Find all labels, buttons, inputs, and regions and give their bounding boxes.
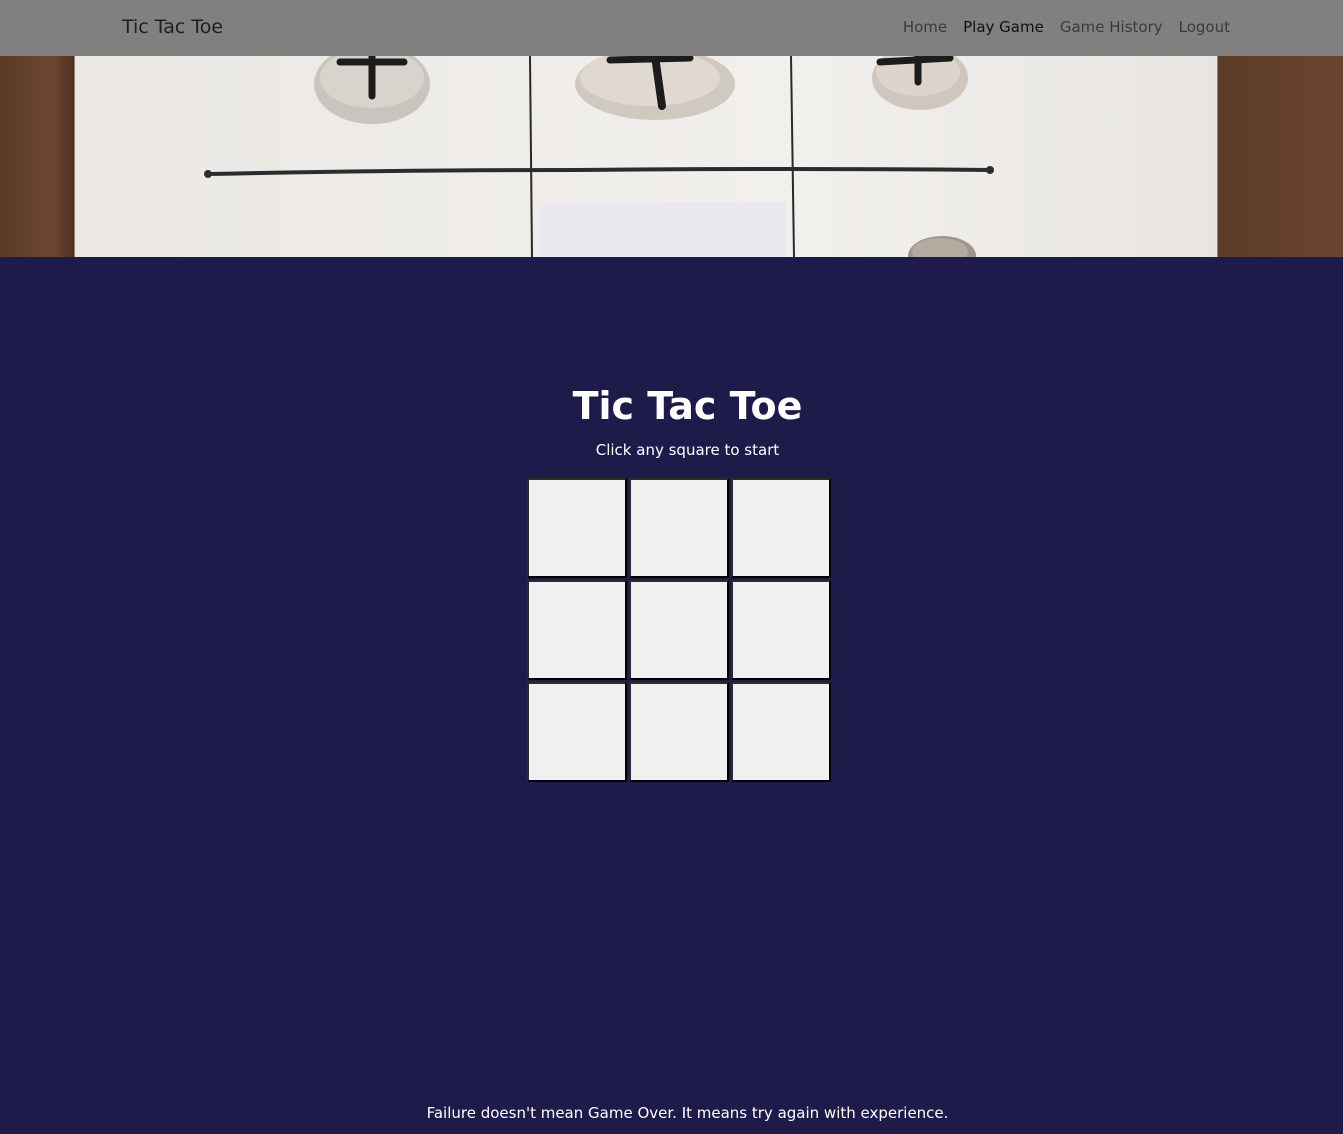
board-cell-3[interactable] — [731, 478, 831, 578]
nav-link-play-game[interactable]: Play Game — [963, 18, 1044, 36]
game-title: Tic Tac Toe — [572, 384, 803, 428]
board-cell-9[interactable] — [731, 682, 831, 782]
board-cell-1[interactable] — [527, 478, 627, 578]
board-cell-4[interactable] — [527, 580, 627, 680]
board-cell-7[interactable] — [527, 682, 627, 782]
board-cell-6[interactable] — [731, 580, 831, 680]
nav-link-game-history[interactable]: Game History — [1060, 18, 1163, 36]
brand-link[interactable]: Tic Tac Toe — [122, 16, 223, 38]
nav-links: Home Play Game Game History Logout — [903, 18, 1230, 36]
nav-link-home[interactable]: Home — [903, 18, 947, 36]
game-instruction: Click any square to start — [595, 441, 780, 459]
footer-quote: Failure doesn't mean Game Over. It means… — [426, 1104, 949, 1122]
navbar: Tic Tac Toe Home Play Game Game History … — [0, 0, 1343, 56]
board-cell-8[interactable] — [629, 682, 729, 782]
nav-link-logout[interactable]: Logout — [1179, 18, 1230, 36]
game-board — [527, 478, 833, 784]
hero-illustration — [204, 56, 994, 257]
board-cell-2[interactable] — [629, 478, 729, 578]
board-cell-5[interactable] — [629, 580, 729, 680]
hero-banner-image — [0, 56, 1343, 257]
